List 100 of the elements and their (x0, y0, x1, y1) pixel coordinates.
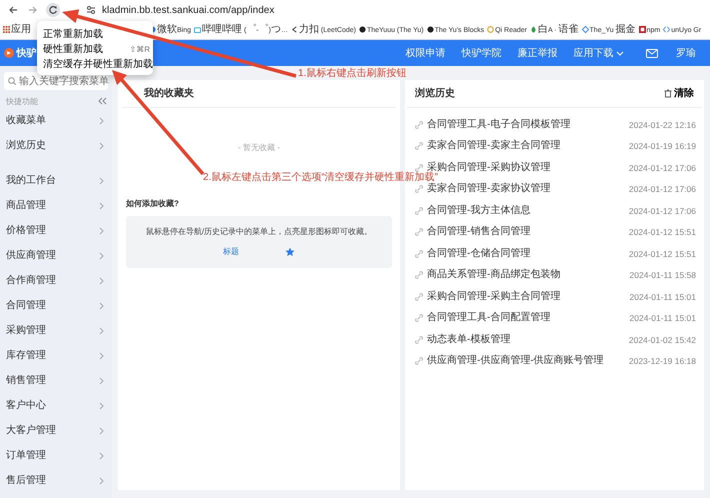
history-time: 2024-01-11 15:01 (630, 292, 696, 301)
help-title: 如何添加收藏? (125, 198, 180, 210)
chevron-right-icon (99, 352, 104, 360)
history-time: 2024-01-19 16:19 (628, 142, 696, 150)
link-icon (415, 164, 423, 172)
sidebar-item[interactable]: 采购管理 (0, 318, 112, 343)
chevron-right-icon (99, 426, 104, 434)
search-icon (8, 77, 16, 85)
github-icon (426, 26, 434, 33)
leaf-icon (530, 26, 538, 33)
sidebar-item[interactable]: 库存管理 (0, 343, 112, 368)
shortcut-text: ⇧⌘R (130, 44, 150, 56)
link-icon (415, 357, 423, 366)
sidebar-item[interactable]: 订单管理 (0, 443, 112, 468)
npm-square-icon (638, 26, 646, 33)
mail-icon[interactable] (646, 48, 658, 58)
link-icon (415, 228, 423, 236)
history-time: 2024-01-22 12:16 (628, 120, 696, 129)
trash-icon (664, 89, 672, 98)
menu-item[interactable]: 正常重新加载 (37, 27, 153, 42)
history-time: 2024-01-02 15:42 (628, 336, 696, 344)
nav-link[interactable]: 权限申请 (398, 46, 454, 60)
sidebar-item[interactable]: 售后管理 (0, 468, 112, 493)
annotation-text: 2.鼠标左键点击第三个选项“清空缓存并硬性重新加载” (203, 172, 438, 183)
history-link[interactable]: 动态表单-模板管理 (427, 334, 625, 345)
ring-icon (487, 26, 494, 33)
history-time: 2024-01-11 15:58 (630, 271, 696, 280)
chevron-right-icon (99, 302, 104, 310)
forward-arrow-icon (28, 5, 38, 15)
panel-title: 浏览历史 (415, 86, 455, 101)
logo-icon (4, 48, 14, 58)
sidebar-item[interactable]: 价格管理 (0, 218, 112, 243)
clear-button[interactable]: 清除 (664, 86, 694, 101)
url-text[interactable]: kladmin.bb.test.sankuai.com/app/index (102, 2, 274, 18)
user-name[interactable]: 罗瑜 (676, 46, 696, 60)
sidebar-item[interactable]: 客户中心 (0, 393, 112, 418)
menu-item[interactable]: 清空缓存并硬性重新加载 (37, 57, 153, 72)
history-link[interactable]: 合同管理-仓储合同管理 (427, 248, 625, 259)
chevron-right-icon (99, 476, 104, 484)
link-icon (415, 250, 423, 258)
history-time: 2024-01-12 17:06 (628, 164, 696, 172)
chevron-right-icon (99, 226, 104, 234)
chevron-right-icon (99, 116, 104, 124)
link-icon (415, 185, 423, 194)
link-icon (415, 314, 423, 322)
link-icon (415, 271, 423, 280)
star-icon[interactable] (285, 247, 295, 257)
chevron-right-icon (99, 402, 104, 410)
history-link[interactable]: 卖家合同管理-卖家协议管理 (427, 184, 625, 194)
chevron-right-icon (99, 276, 104, 284)
link-icon (415, 120, 423, 129)
history-link[interactable]: 合同管理-我方主体信息 (427, 206, 625, 216)
sidebar-item[interactable]: 供应商管理 (0, 243, 112, 268)
chevron-right-icon (99, 176, 104, 184)
nav-link[interactable]: 廉正举报 (510, 46, 566, 60)
sidebar-item[interactable]: 收藏菜单 (0, 108, 112, 133)
empty-text: - 暂无收藏 - (237, 142, 281, 154)
panel-title: 我的收藏夹 (122, 80, 396, 108)
history-link[interactable]: 卖家合同管理-卖家主合同管理 (427, 141, 625, 152)
sidebar-item[interactable]: 销售管理 (0, 368, 112, 393)
example-title-link[interactable]: 标题 (223, 246, 239, 258)
section-label: 快捷功能 (4, 96, 39, 108)
site-settings-icon[interactable] (86, 5, 96, 15)
history-time: 2024-01-12 17:06 (628, 206, 696, 215)
reload-icon (48, 5, 58, 15)
history-link[interactable]: 采购合同管理-采购主合同管理 (427, 292, 626, 302)
nav-link[interactable]: 应用下载 (566, 46, 632, 60)
github-icon (358, 26, 366, 33)
history-link[interactable]: 合同管理工具-合同配置管理 (427, 313, 626, 324)
history-time: 2024-01-11 15:01 (630, 314, 696, 322)
chevron-right-icon (99, 202, 104, 210)
sidebar-item[interactable]: 我的工作台 (0, 168, 112, 193)
chevron-right-icon (99, 326, 104, 334)
diamond-icon (582, 26, 589, 33)
help-text: 鼠标悬停在导航/历史记录中的菜单上，点亮星形图标即可收藏。 (144, 226, 374, 238)
history-link[interactable]: 商品关系管理-商品绑定包装物 (427, 270, 626, 280)
collapse-icon[interactable] (98, 97, 107, 105)
link-icon (415, 292, 423, 301)
code-icon (663, 26, 670, 33)
sidebar-item[interactable]: 合同管理 (0, 293, 112, 318)
link-icon (415, 206, 423, 215)
sidebar-item[interactable]: 商品管理 (0, 193, 112, 218)
history-link[interactable]: 合同管理工具-电子合同模板管理 (427, 120, 625, 130)
nav-link[interactable]: 快驴学院 (454, 46, 510, 60)
menu-item[interactable]: 硬性重新加载 ⇧⌘R (37, 42, 153, 57)
chevron-right-icon (99, 452, 104, 460)
sidebar-item[interactable]: 大客户管理 (0, 418, 112, 443)
sidebar-item[interactable]: 合作商管理 (0, 268, 112, 293)
history-link[interactable]: 供应商管理-供应商管理-供应商账号管理 (427, 356, 625, 366)
chevron-right-icon (99, 376, 104, 384)
reload-button[interactable] (46, 3, 60, 17)
bookmark-link[interactable]: 应用 (3, 24, 31, 34)
chevron-right-icon (99, 142, 104, 150)
apps-grid-icon (3, 26, 10, 33)
history-link[interactable]: 采购合同管理-采购协议管理 (427, 162, 625, 173)
link-icon (415, 336, 423, 344)
sidebar-item[interactable]: 浏览历史 (0, 133, 112, 158)
history-time: 2024-01-12 17:06 (628, 185, 696, 194)
history-time: 2024-01-12 15:51 (628, 250, 696, 258)
history-link[interactable]: 合同管理-销售合同管理 (427, 227, 625, 238)
